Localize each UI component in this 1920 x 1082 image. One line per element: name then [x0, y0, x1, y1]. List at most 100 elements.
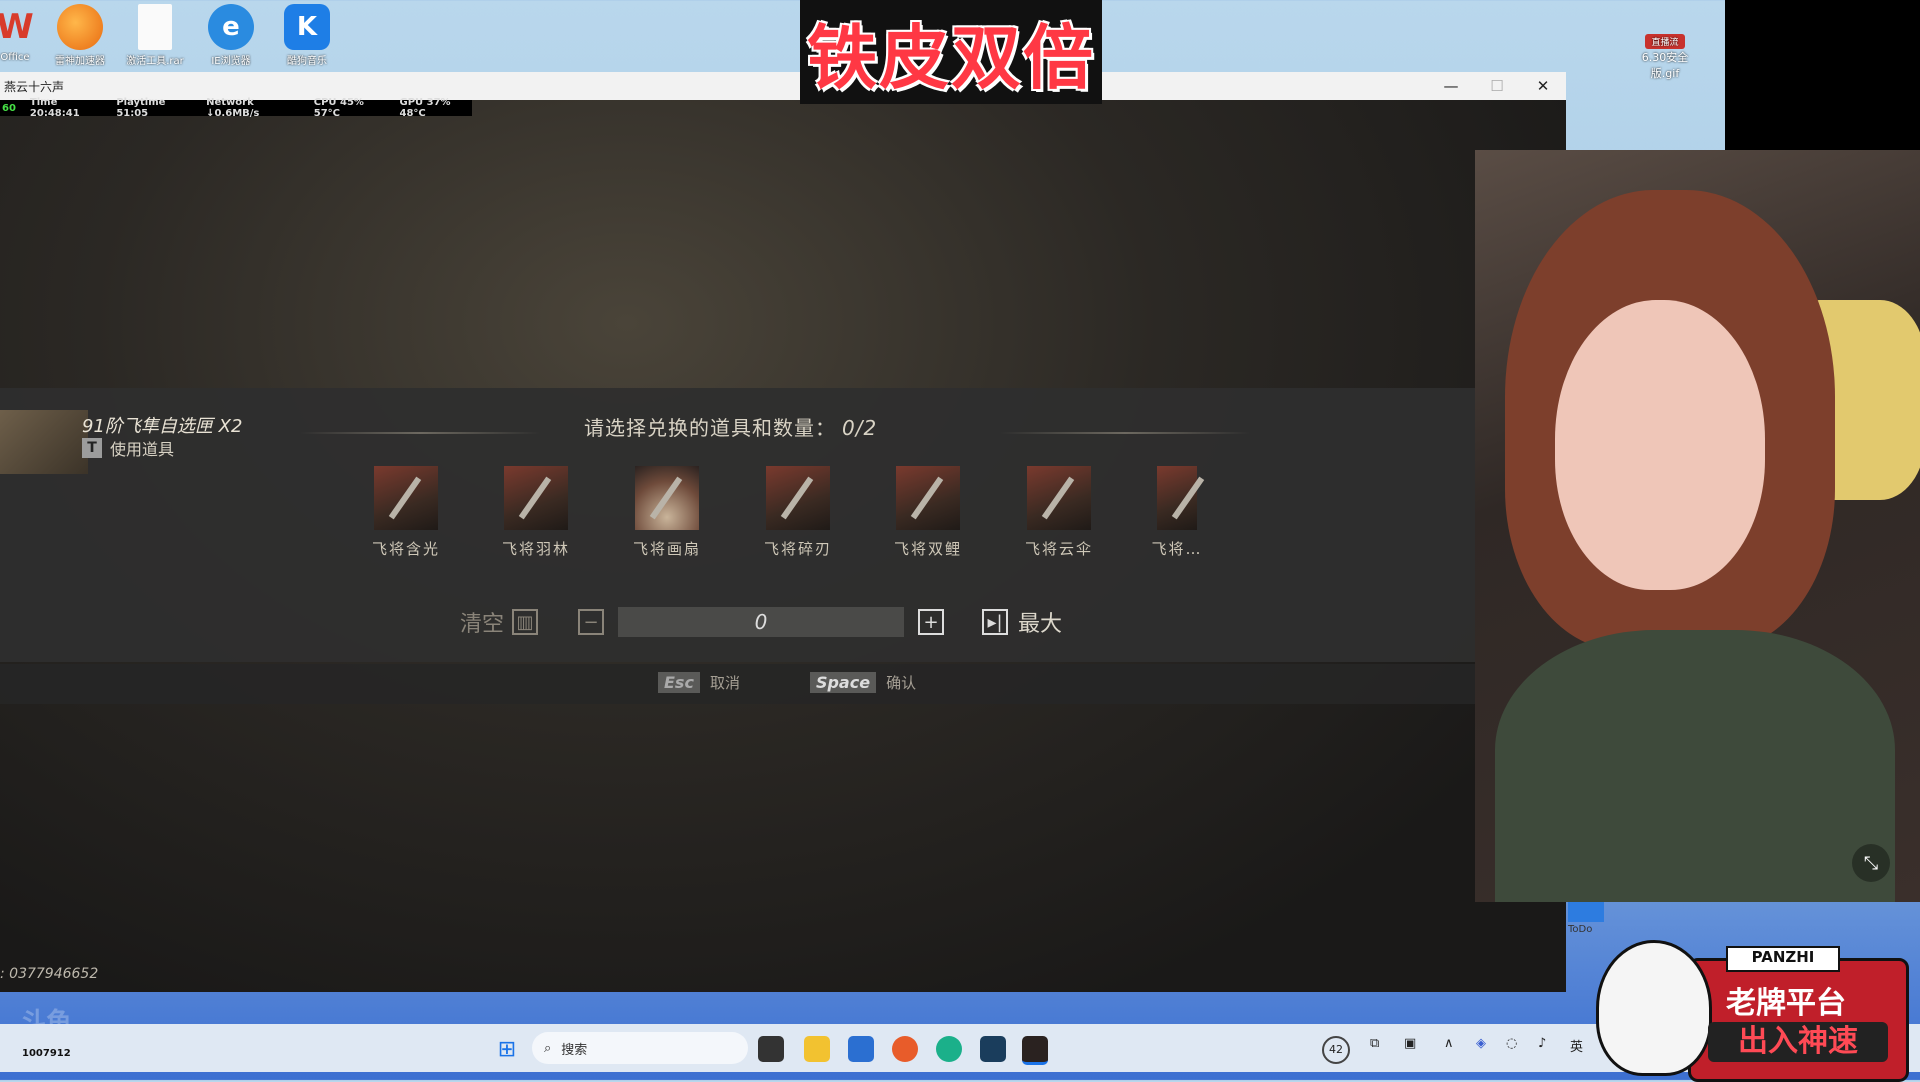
player-uid: : 0377946652 [0, 966, 99, 982]
umbrella-icon [1027, 466, 1091, 530]
increment-button[interactable]: + [918, 609, 945, 635]
choice-label: 飞将云伞 [1024, 540, 1093, 558]
blade-icon [766, 466, 830, 530]
max-button[interactable]: ▸| 最大 [982, 606, 1062, 638]
panzhi-ad: PANZHI 老牌平台 出入神速 [1596, 940, 1912, 1082]
expand-icon[interactable]: ⤡ [1852, 844, 1890, 882]
exchange-prompt: 请选择兑换的道具和数量： 0/2 [584, 412, 877, 441]
key-t-badge: T [82, 438, 102, 458]
network-stat: Network ↓0.6MB/s [206, 97, 260, 119]
minimize-button[interactable]: — [1428, 72, 1474, 100]
choice-item[interactable]: 飞将碎刃 [758, 466, 838, 559]
desktop-icon-office[interactable]: W Office [0, 4, 50, 63]
esc-key[interactable]: Esc [658, 672, 700, 693]
browser-icon[interactable] [892, 1036, 918, 1062]
office-icon: W [0, 7, 34, 47]
mic-icon[interactable]: ♪ [1538, 1036, 1546, 1051]
item-box-icon [0, 410, 88, 474]
choice-label: 飞将画扇 [632, 540, 701, 558]
taskbar-search[interactable]: ⌕ 搜索 [532, 1032, 748, 1064]
maximize-button[interactable]: ☐ [1474, 72, 1520, 100]
item-title: 91阶飞隼自选匣 X2 [82, 416, 243, 437]
ime-indicator[interactable]: 英 [1570, 1036, 1583, 1055]
weather-badge[interactable]: 42 [1322, 1036, 1350, 1064]
performance-overlay: 60 Time 20:48:41 Playtime 51:05 Network … [0, 97, 472, 119]
ad-line1: 老牌平台 [1726, 986, 1846, 1021]
desktop-icon-caption: 酷狗音乐 [287, 56, 327, 67]
choice-label: 飞将碎刃 [763, 540, 832, 558]
desktop-icon-ie[interactable]: e IE浏览器 [196, 4, 266, 67]
desktop-icon-kugou[interactable]: K 酷狗音乐 [272, 4, 342, 67]
decrement-button[interactable]: − [578, 609, 605, 635]
edge-icon[interactable] [936, 1036, 962, 1062]
choice-label: 飞将双鲤 [893, 540, 962, 558]
banner-text: 铁皮双倍 [807, 16, 1095, 99]
weapon-icon [1157, 466, 1197, 530]
window-title: 燕云十六声 [4, 79, 65, 94]
dual-blades-icon [896, 466, 960, 530]
game-viewport: 60 Time 20:48:41 Playtime 51:05 Network … [0, 97, 1566, 992]
fps-counter: 60 [2, 102, 16, 114]
clear-label: 清空 [460, 612, 505, 637]
skip-to-end-icon: ▸| [982, 609, 1009, 635]
selection-count: 0/2 [842, 416, 878, 440]
ad-line2: 出入神速 [1708, 1022, 1888, 1062]
crop-icon[interactable]: ⧉ [1370, 1036, 1379, 1051]
choice-item[interactable]: 飞将双鲤 [888, 466, 968, 559]
gpu-stat: GPU 37% 48°C [399, 97, 451, 119]
decor-line-left [300, 432, 540, 434]
taskbar-left-text: 1007912 [22, 1048, 71, 1059]
decor-line-right [1000, 432, 1250, 434]
capture-icon[interactable]: ▣ [1404, 1036, 1416, 1051]
choice-item[interactable]: 飞将含光 [366, 466, 446, 559]
max-label: 最大 [1018, 612, 1063, 637]
chevron-up-icon[interactable]: ∧ [1444, 1036, 1454, 1051]
file-explorer-icon[interactable] [804, 1036, 830, 1062]
fan-icon [635, 466, 699, 530]
ie-icon: e [208, 4, 254, 50]
confirm-label: 确认 [886, 674, 917, 692]
spear-icon [504, 466, 568, 530]
desktop-icon-gif[interactable]: 直播流 6.30安全版.gif [1630, 34, 1700, 81]
sword-icon [374, 466, 438, 530]
close-button[interactable]: ✕ [1520, 72, 1566, 100]
choice-item[interactable]: 飞将云伞 [1019, 466, 1099, 559]
todo-caption: ToDo [1568, 924, 1593, 935]
clear-button[interactable]: 清空 ▥ [460, 606, 539, 638]
use-item-label: 使用道具 [110, 440, 175, 459]
choice-item[interactable]: 飞将画扇 [627, 466, 707, 559]
webcam-feed: ⤡ [1475, 150, 1920, 902]
trash-icon: ▥ [512, 609, 539, 635]
search-placeholder: 搜索 [561, 1042, 588, 1058]
quantity-field[interactable]: 0 [618, 607, 905, 637]
weather-value: 42 [1322, 1036, 1350, 1064]
desktop-icon-booster[interactable]: 雷神加速器 [45, 4, 115, 67]
kugou-icon: K [284, 4, 330, 50]
use-item-hint[interactable]: T 使用道具 [82, 436, 174, 460]
ad-tag: PANZHI [1726, 946, 1840, 972]
dialog-footer: Esc 取消 Space 确认 [0, 664, 1476, 704]
playtime-stat: Playtime 51:05 [116, 97, 166, 119]
desktop-icon-file[interactable]: 激活工具.rar [120, 4, 190, 67]
task-view-icon[interactable] [758, 1036, 784, 1062]
app-icon[interactable] [980, 1036, 1006, 1062]
desktop-icon-caption: Office [0, 52, 30, 63]
shield-icon[interactable]: ◈ [1476, 1036, 1486, 1051]
choice-label: 飞将羽林 [501, 540, 570, 558]
todo-icon [1568, 902, 1604, 922]
window-titlebar: 燕云十六声 — ☐ ✕ [0, 72, 1566, 100]
choice-item[interactable]: 飞将… [1140, 466, 1214, 559]
desktop-icon-caption: 激活工具.rar [126, 56, 184, 67]
search-icon: ⌕ [544, 1040, 552, 1056]
space-key[interactable]: Space [809, 672, 877, 693]
desktop-icon-todo[interactable]: ToDo [1568, 902, 1618, 935]
choice-item[interactable]: 飞将羽林 [496, 466, 576, 559]
booster-icon [57, 4, 103, 50]
store-icon[interactable] [848, 1036, 874, 1062]
windows-start-icon[interactable]: ⊞ [494, 1036, 520, 1062]
cancel-label: 取消 [709, 674, 740, 692]
stream-title-banner: 铁皮双倍 [800, 0, 1102, 104]
game-taskbar-icon[interactable] [1022, 1036, 1048, 1065]
network-icon[interactable]: ◌ [1506, 1036, 1517, 1051]
cpu-stat: CPU 45% 57°C [313, 97, 364, 119]
